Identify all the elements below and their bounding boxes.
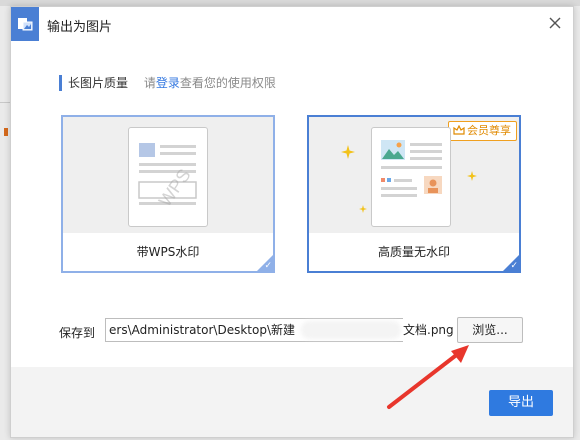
background-divider xyxy=(0,102,10,103)
option-watermark-card[interactable]: WPS 带WPS水印 ✓ xyxy=(61,115,275,273)
export-button[interactable]: 导出 xyxy=(489,390,553,416)
screen: 输出为图片 长图片质量 请登录查看您的使用权限 WPS 带WPS水印 ✓ 会员尊… xyxy=(0,0,580,440)
hint-suffix: 查看您的使用权限 xyxy=(179,76,276,90)
crown-icon xyxy=(453,124,465,135)
check-icon: ✓ xyxy=(264,261,272,271)
option-watermark-label: 带WPS水印 xyxy=(63,233,273,271)
annotation-arrow-icon xyxy=(387,345,469,409)
option-no-watermark-label: 高质量无水印 xyxy=(309,233,519,271)
close-icon xyxy=(549,17,561,29)
browse-button[interactable]: 浏览... xyxy=(457,317,523,343)
sparkle-icon xyxy=(341,145,355,159)
sparkle-icon xyxy=(359,205,367,213)
check-icon: ✓ xyxy=(510,261,518,271)
hint-prefix: 请 xyxy=(143,76,156,90)
background-mark xyxy=(4,128,8,136)
login-link[interactable]: 登录 xyxy=(156,76,180,90)
dialog-titlebar: 输出为图片 xyxy=(11,7,573,42)
option-no-watermark-card[interactable]: 会员尊享 高质量无水印 ✓ xyxy=(307,115,521,273)
vip-badge-label: 会员尊享 xyxy=(467,124,511,137)
path-redaction xyxy=(301,321,401,339)
close-button[interactable] xyxy=(547,15,563,31)
vip-badge: 会员尊享 xyxy=(448,121,517,141)
export-image-icon xyxy=(11,7,39,41)
save-path-filename: 文档.png xyxy=(403,318,456,342)
hq-doc-preview xyxy=(371,127,451,227)
permission-hint: 请登录查看您的使用权限 xyxy=(144,76,276,90)
sparkle-icon xyxy=(467,171,477,181)
save-to-label: 保存到 xyxy=(59,326,96,340)
quality-section-label: 长图片质量 请登录查看您的使用权限 xyxy=(59,75,276,91)
quality-label: 长图片质量 xyxy=(68,76,129,90)
watermark-doc-preview: WPS xyxy=(128,127,208,227)
dialog-title: 输出为图片 xyxy=(47,20,113,35)
export-image-dialog: 输出为图片 长图片质量 请登录查看您的使用权限 WPS 带WPS水印 ✓ 会员尊… xyxy=(10,6,574,438)
